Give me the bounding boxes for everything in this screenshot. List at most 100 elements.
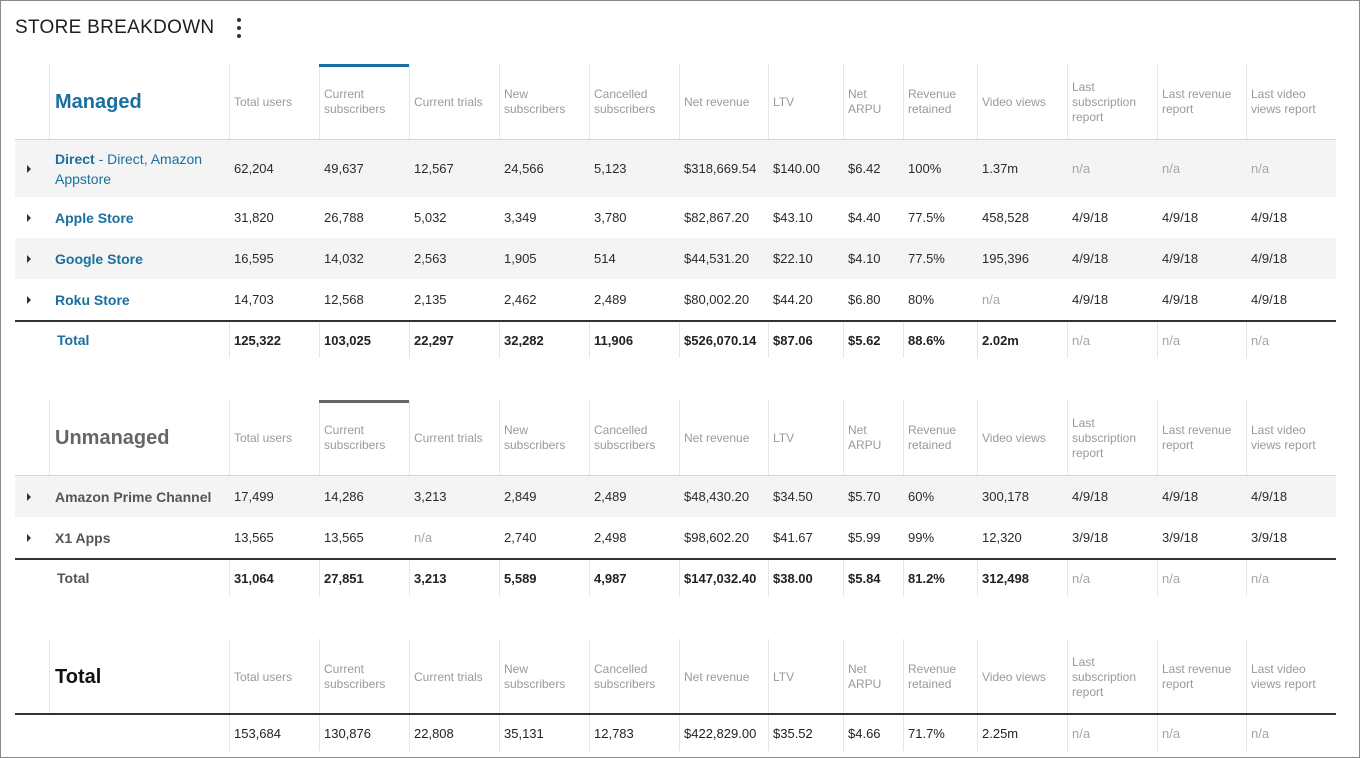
column-header-current-subscribers[interactable]: Current subscribers	[324, 400, 408, 476]
cell-last-subscription-report: n/a	[1072, 332, 1091, 348]
column-header-last-revenue-report[interactable]: Last revenue report	[1162, 64, 1245, 140]
cell-net-revenue: $82,867.20	[684, 210, 750, 225]
column-header-text: Current	[324, 423, 365, 437]
cell-current-subscribers: 14,032	[324, 251, 364, 266]
cell-cancelled-subscribers: 2,489	[594, 292, 627, 307]
column-header-revenue-retained[interactable]: Revenue retained	[908, 64, 976, 140]
expand-row-icon[interactable]	[27, 164, 31, 173]
store-link[interactable]: Direct	[55, 151, 95, 167]
column-header-net-arpu[interactable]: Net ARPU	[848, 400, 902, 476]
column-header-total-users[interactable]: Total users	[234, 639, 318, 715]
column-header-text: subscription	[1072, 94, 1137, 109]
table-row[interactable]: Roku Store 14,703 12,568 2,135 2,462 2,489 $80…	[15, 279, 1336, 320]
column-header-current-trials[interactable]: Current trials	[414, 64, 498, 140]
cell-total-users: 16,595	[234, 251, 274, 266]
column-header-last-revenue-report[interactable]: Last revenue report	[1162, 400, 1245, 476]
expand-row-icon[interactable]	[27, 213, 31, 222]
column-header-current-trials[interactable]: Current trials	[414, 639, 498, 715]
table-row[interactable]: Amazon Prime Channel 17,499 14,286 3,213 2,8…	[15, 476, 1336, 517]
cell-net-arpu: $6.42	[848, 161, 881, 176]
column-header-text: Cancelled	[594, 87, 648, 101]
column-header-cancelled-subscribers[interactable]: Cancelled subscribers	[594, 400, 678, 476]
cell-total-users: 14,703	[234, 292, 274, 307]
store-name[interactable]: Google Store	[55, 238, 225, 279]
cell-last-subscription-report: 4/9/18	[1072, 489, 1109, 504]
grand-total-section: Total Total users Current subscribers Curren…	[15, 639, 1336, 751]
column-header-text: report	[1162, 102, 1194, 116]
column-header-text: Current trials	[414, 669, 483, 684]
store-link[interactable]: Roku Store	[55, 292, 130, 308]
cell-total-users: 17,499	[234, 489, 274, 504]
column-header-cancelled-subscribers[interactable]: Cancelled subscribers	[594, 64, 678, 140]
expand-row-icon[interactable]	[27, 533, 31, 542]
column-header-text: subscribers	[504, 102, 566, 116]
column-header-video-views[interactable]: Video views	[982, 64, 1066, 140]
column-header-net-revenue[interactable]: Net revenue	[684, 400, 767, 476]
column-header-text: report	[1162, 677, 1194, 691]
column-header-text: ARPU	[848, 677, 882, 691]
cell-last-subscription-report: 4/9/18	[1072, 251, 1109, 266]
cell-net-arpu: $5.84	[848, 570, 881, 586]
column-header-text: report	[1072, 445, 1104, 460]
cell-last-revenue-report: 4/9/18	[1162, 489, 1199, 504]
column-header-last-video-views-report[interactable]: Last video views report	[1251, 400, 1335, 476]
column-header-text: subscribers	[504, 438, 566, 452]
column-header-new-subscribers[interactable]: New subscribers	[504, 64, 588, 140]
cell-new-subscribers: 2,849	[504, 489, 537, 504]
column-header-last-subscription-report[interactable]: Last subscription report	[1072, 400, 1156, 476]
column-header-current-subscribers[interactable]: Current subscribers	[324, 639, 408, 715]
column-header-revenue-retained[interactable]: Revenue retained	[908, 400, 976, 476]
column-header-text: LTV	[773, 669, 795, 684]
cell-current-subscribers: 14,286	[324, 489, 364, 504]
column-header-total-users[interactable]: Total users	[234, 400, 318, 476]
column-header-text: Last revenue	[1162, 662, 1232, 676]
store-name[interactable]: Apple Store	[55, 197, 225, 238]
column-header-ltv[interactable]: LTV	[773, 639, 842, 715]
column-header-video-views[interactable]: Video views	[982, 639, 1066, 715]
expand-row-icon[interactable]	[27, 254, 31, 263]
column-header-net-arpu[interactable]: Net ARPU	[848, 64, 902, 140]
cell-last-video-views-report: n/a	[1251, 161, 1270, 176]
store-link[interactable]: Apple Store	[55, 210, 134, 226]
column-header-revenue-retained[interactable]: Revenue retained	[908, 639, 976, 715]
column-header-ltv[interactable]: LTV	[773, 400, 842, 476]
cell-ltv: $43.10	[773, 210, 813, 225]
unmanaged-section: Unmanaged Total users Current subscribers Cu…	[15, 400, 1336, 596]
expand-row-icon[interactable]	[27, 492, 31, 501]
column-header-net-arpu[interactable]: Net ARPU	[848, 639, 902, 715]
cell-current-trials: 3,213	[414, 570, 447, 586]
table-row[interactable]: X1 Apps 13,565 13,565 n/a 2,740 2,498 $98,602.…	[15, 517, 1336, 558]
column-header-cancelled-subscribers[interactable]: Cancelled subscribers	[594, 639, 678, 715]
store-link[interactable]: Google Store	[55, 251, 143, 267]
column-header-last-revenue-report[interactable]: Last revenue report	[1162, 639, 1245, 715]
table-row[interactable]: Direct - Direct, Amazon Appstore 62,204 49…	[15, 140, 1336, 197]
store-name: X1 Apps	[55, 517, 111, 558]
column-header-total-users[interactable]: Total users	[234, 64, 318, 140]
column-header-net-revenue[interactable]: Net revenue	[684, 64, 767, 140]
column-header-text: Revenue	[908, 423, 957, 437]
cell-current-trials: 22,808	[414, 725, 454, 741]
managed-header-row: Managed Total users Current subscribers Curr…	[15, 64, 1336, 140]
cell-video-views: 2.02m	[982, 332, 1019, 348]
cell-ltv: $38.00	[773, 570, 813, 586]
table-row[interactable]: Apple Store 31,820 26,788 5,032 3,349 3,780 $8…	[15, 197, 1336, 238]
table-row[interactable]: Google Store 16,595 14,032 2,563 1,905 514 $44…	[15, 238, 1336, 279]
column-header-text: New	[504, 662, 529, 676]
column-header-current-subscribers[interactable]: Current subscribers	[324, 64, 408, 140]
cell-revenue-retained: 81.2%	[908, 570, 945, 586]
store-name[interactable]: Direct - Direct, Amazon Appstore	[55, 140, 225, 197]
column-header-current-trials[interactable]: Current trials	[414, 400, 498, 476]
column-header-new-subscribers[interactable]: New subscribers	[504, 400, 588, 476]
column-header-ltv[interactable]: LTV	[773, 64, 842, 140]
column-header-video-views[interactable]: Video views	[982, 400, 1066, 476]
more-options-icon[interactable]	[236, 18, 242, 38]
column-header-last-subscription-report[interactable]: Last subscription report	[1072, 639, 1156, 715]
column-header-new-subscribers[interactable]: New subscribers	[504, 639, 588, 715]
column-header-net-revenue[interactable]: Net revenue	[684, 639, 767, 715]
column-header-last-subscription-report[interactable]: Last subscription report	[1072, 64, 1156, 140]
column-header-last-video-views-report[interactable]: Last video views report	[1251, 64, 1335, 140]
column-header-last-video-views-report[interactable]: Last video views report	[1251, 639, 1335, 715]
store-name[interactable]: Roku Store	[55, 279, 225, 320]
expand-row-icon[interactable]	[27, 295, 31, 304]
cell-ltv: $35.52	[773, 725, 813, 741]
